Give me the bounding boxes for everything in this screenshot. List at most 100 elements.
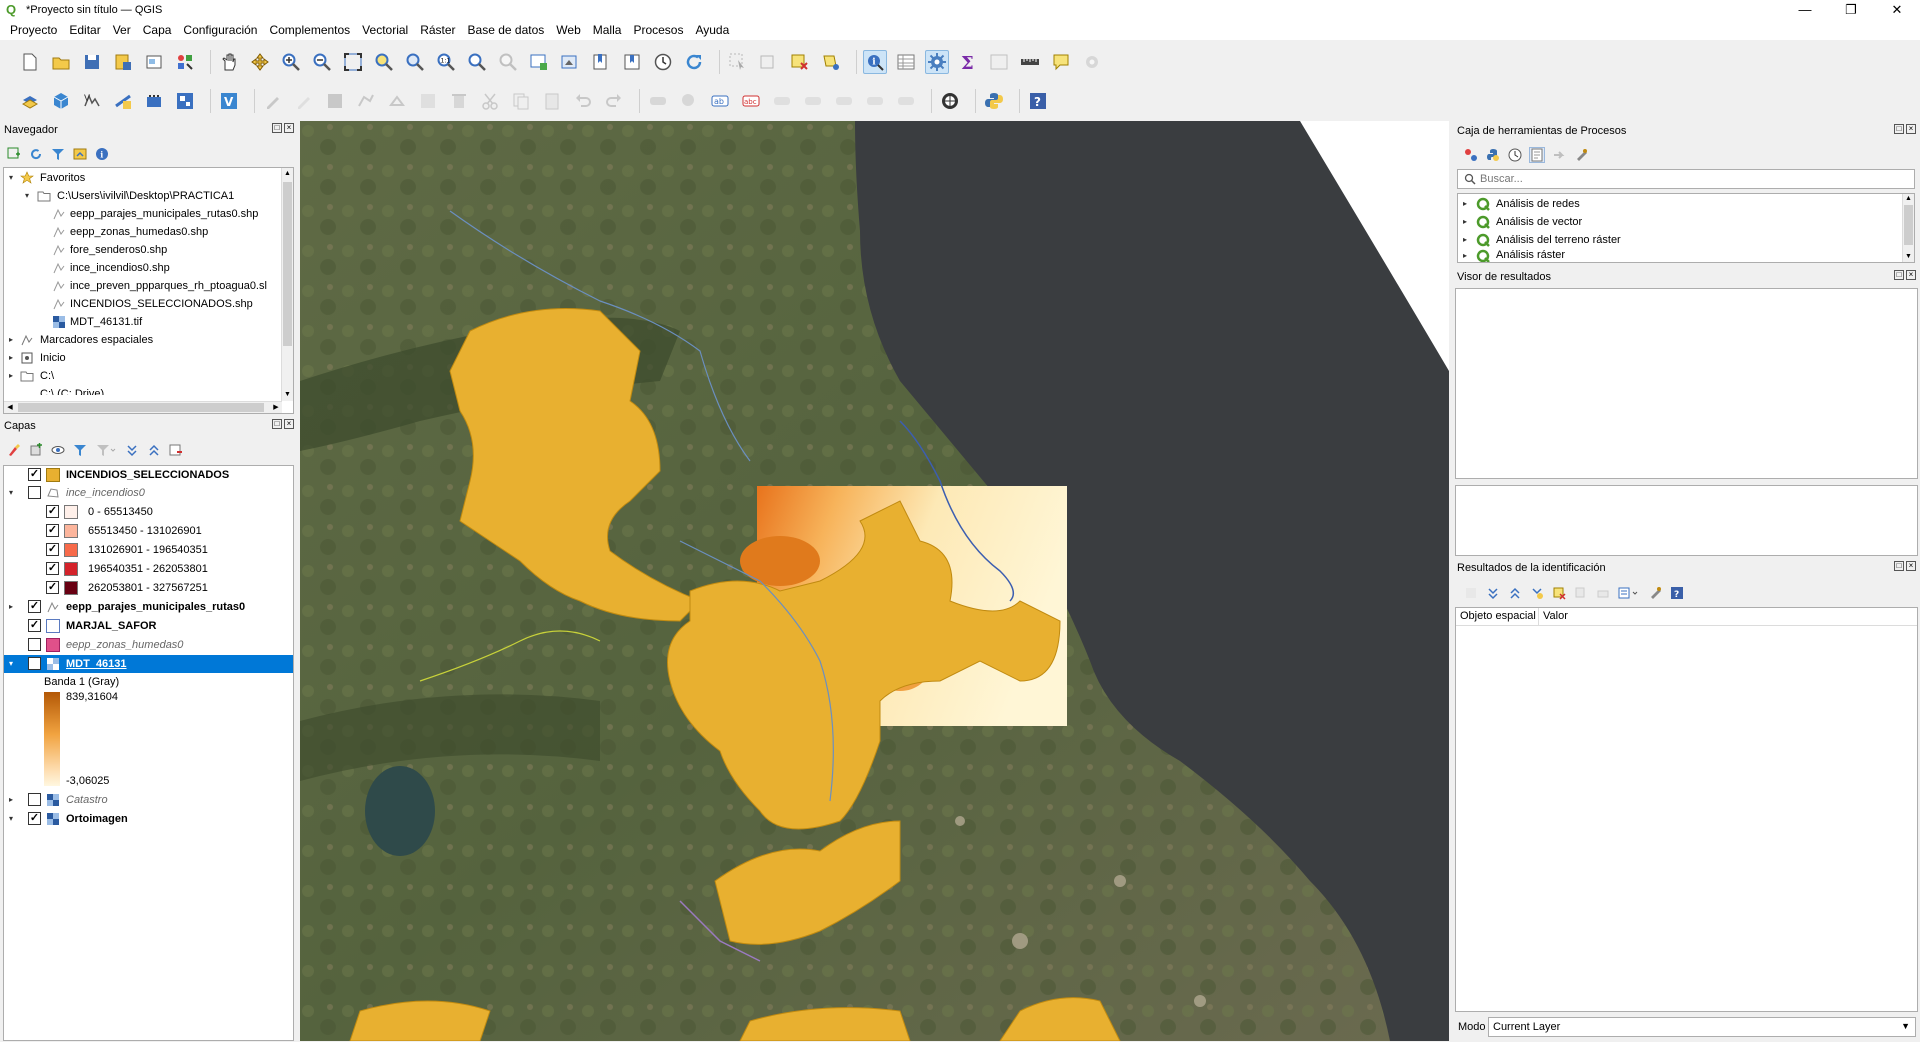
close-panel-icon[interactable]: × — [1906, 270, 1916, 280]
layer-visibility-checkbox[interactable]: ✓ — [28, 812, 41, 825]
class-checkbox[interactable]: ✓ — [46, 543, 59, 556]
new-geopackage-icon[interactable] — [49, 89, 73, 113]
expand-all-icon[interactable] — [124, 442, 140, 458]
class-checkbox[interactable]: ✓ — [46, 562, 59, 575]
paste-features-icon[interactable] — [540, 89, 564, 113]
float-panel-icon[interactable]: □ — [1894, 124, 1904, 134]
layer-catastro[interactable]: ▸ Catastro — [4, 791, 293, 809]
browser-item-c-drive-2[interactable]: C:\ (C: Drive) — [4, 385, 293, 395]
expand-new-results-icon[interactable] — [1529, 585, 1545, 601]
clear-results-icon[interactable] — [1551, 585, 1567, 601]
collapse-arrow-icon[interactable]: ▾ — [6, 484, 16, 502]
new-spatialite-icon[interactable] — [111, 89, 135, 113]
expand-arrow-icon[interactable]: ▸ — [1460, 231, 1470, 249]
identify-settings-icon[interactable] — [1647, 585, 1663, 601]
history-icon[interactable] — [1507, 147, 1523, 163]
options-wrench-icon[interactable] — [1573, 147, 1589, 163]
new-shapefile-icon[interactable]: V — [80, 89, 104, 113]
select-features-icon[interactable] — [726, 50, 750, 74]
style-layer-icon[interactable] — [6, 442, 22, 458]
expand-arrow-icon[interactable]: ▸ — [6, 598, 16, 616]
layer-mdt-46131[interactable]: ▾ ✓ MDT_46131 — [4, 655, 293, 673]
menu-web[interactable]: Web — [550, 23, 586, 37]
expand-arrow-icon[interactable]: ▸ — [6, 367, 16, 385]
navigator-hscroll[interactable]: ◀ ▶ — [4, 401, 282, 413]
style-manager-icon[interactable] — [173, 50, 197, 74]
browser-item-file[interactable]: INCENDIOS_SELECCIONADOS.shp — [4, 295, 293, 313]
properties-icon[interactable]: i — [94, 146, 110, 162]
settings-gear-icon[interactable] — [1080, 50, 1104, 74]
algorithm-group[interactable]: ▸ Análisis del terreno ráster — [1458, 231, 1914, 249]
column-header-feature[interactable]: Objeto espacial — [1460, 610, 1536, 622]
float-panel-icon[interactable]: □ — [1894, 561, 1904, 571]
legend-class[interactable]: ✓ 0 - 65513450 — [4, 503, 293, 521]
menu-ayuda[interactable]: Ayuda — [689, 23, 735, 37]
results-viewer-icon[interactable] — [1529, 147, 1545, 163]
menu-proyecto[interactable]: Proyecto — [4, 23, 63, 37]
close-panel-icon[interactable]: × — [284, 123, 294, 133]
float-panel-icon[interactable]: □ — [272, 123, 282, 133]
identify-features-icon[interactable]: i — [863, 50, 887, 74]
filter-expression-icon[interactable] — [94, 442, 118, 458]
layer-ince-incendios0[interactable]: ▾ ince_incendios0 — [4, 484, 293, 502]
zoom-next-icon[interactable] — [496, 50, 520, 74]
add-selected-layers-icon[interactable] — [6, 146, 22, 162]
layer-diagram-icon[interactable]: abc — [739, 89, 763, 113]
save-edits-icon[interactable] — [323, 89, 347, 113]
menu-malla[interactable]: Malla — [587, 23, 628, 37]
filter-browser-icon[interactable] — [50, 146, 66, 162]
expand-arrow-icon[interactable]: ▸ — [1460, 249, 1470, 262]
identify-mode-dropdown-icon[interactable] — [1617, 585, 1641, 601]
new-scratch-layer-icon[interactable] — [142, 89, 166, 113]
layer-visibility-checkbox[interactable]: ✓ — [28, 600, 41, 613]
refresh-browser-icon[interactable] — [28, 146, 44, 162]
quickmapservices-icon[interactable] — [938, 89, 962, 113]
layer-eepp-zonas-humedas[interactable]: eepp_zonas_humedas0 — [4, 636, 293, 654]
new-3d-view-icon[interactable] — [558, 50, 582, 74]
layer-ortoimagen[interactable]: ▾ ✓ Ortoimagen — [4, 810, 293, 828]
save-project-icon[interactable] — [80, 50, 104, 74]
mode-select[interactable]: Current Layer ▼ — [1488, 1017, 1916, 1037]
save-as-icon[interactable] — [111, 50, 135, 74]
manage-visibility-icon[interactable] — [50, 442, 66, 458]
browser-item-favoritos[interactable]: ▾ Favoritos — [4, 169, 293, 187]
expand-arrow-icon[interactable]: ▸ — [6, 331, 16, 349]
menu-capa[interactable]: Capa — [137, 23, 178, 37]
results-detail[interactable] — [1455, 485, 1918, 556]
redo-icon[interactable] — [602, 89, 626, 113]
navigator-vscroll[interactable]: ▲ ▼ — [281, 168, 293, 401]
collapse-arrow-icon[interactable]: ▾ — [6, 810, 16, 828]
remove-layer-icon[interactable] — [168, 442, 184, 458]
menu-editar[interactable]: Editar — [63, 23, 106, 37]
layer-eepp-parajes[interactable]: ▸ ✓ eepp_parajes_municipales_rutas0 — [4, 598, 293, 616]
minimize-button[interactable]: — — [1782, 0, 1828, 20]
browser-item-bookmarks[interactable]: ▸ Marcadores espaciales — [4, 331, 293, 349]
menu-procesos[interactable]: Procesos — [627, 23, 689, 37]
float-panel-icon[interactable]: □ — [1894, 270, 1904, 280]
expand-tree-icon[interactable] — [1485, 585, 1501, 601]
expand-arrow-icon[interactable]: ▸ — [6, 791, 16, 809]
pin-labels-icon[interactable] — [770, 89, 794, 113]
browser-item-file[interactable]: eepp_parajes_municipales_rutas0.shp — [4, 205, 293, 223]
statistical-summary-icon[interactable]: Σ — [956, 50, 980, 74]
float-panel-icon[interactable]: □ — [272, 419, 282, 429]
column-header-value[interactable]: Valor — [1543, 610, 1568, 622]
temporal-controller-icon[interactable] — [651, 50, 675, 74]
show-bookmarks-icon[interactable] — [620, 50, 644, 74]
close-button[interactable]: ✕ — [1874, 0, 1920, 20]
map-tips-icon[interactable] — [1049, 50, 1073, 74]
browser-item-file[interactable]: fore_senderos0.shp — [4, 241, 293, 259]
algorithm-group[interactable]: ▸ Análisis de vector — [1458, 213, 1914, 231]
undo-icon[interactable] — [571, 89, 595, 113]
maximize-button[interactable]: ❐ — [1828, 0, 1874, 20]
zoom-native-icon[interactable]: 1:1 — [434, 50, 458, 74]
layer-incendios-seleccionados[interactable]: ✓ INCENDIOS_SELECCIONADOS — [4, 466, 293, 484]
new-bookmark-icon[interactable] — [589, 50, 613, 74]
edit-features-in-place-icon[interactable] — [1551, 147, 1567, 163]
zoom-in-icon[interactable] — [279, 50, 303, 74]
browser-item-file[interactable]: ince_preven_ppparques_rh_ptoagua0.sl — [4, 277, 293, 295]
legend-class[interactable]: ✓ 131026901 - 196540351 — [4, 541, 293, 559]
collapse-tree-icon[interactable] — [1507, 585, 1523, 601]
add-vector-layer-icon[interactable]: V — [217, 89, 241, 113]
menu-vectorial[interactable]: Vectorial — [356, 23, 414, 37]
